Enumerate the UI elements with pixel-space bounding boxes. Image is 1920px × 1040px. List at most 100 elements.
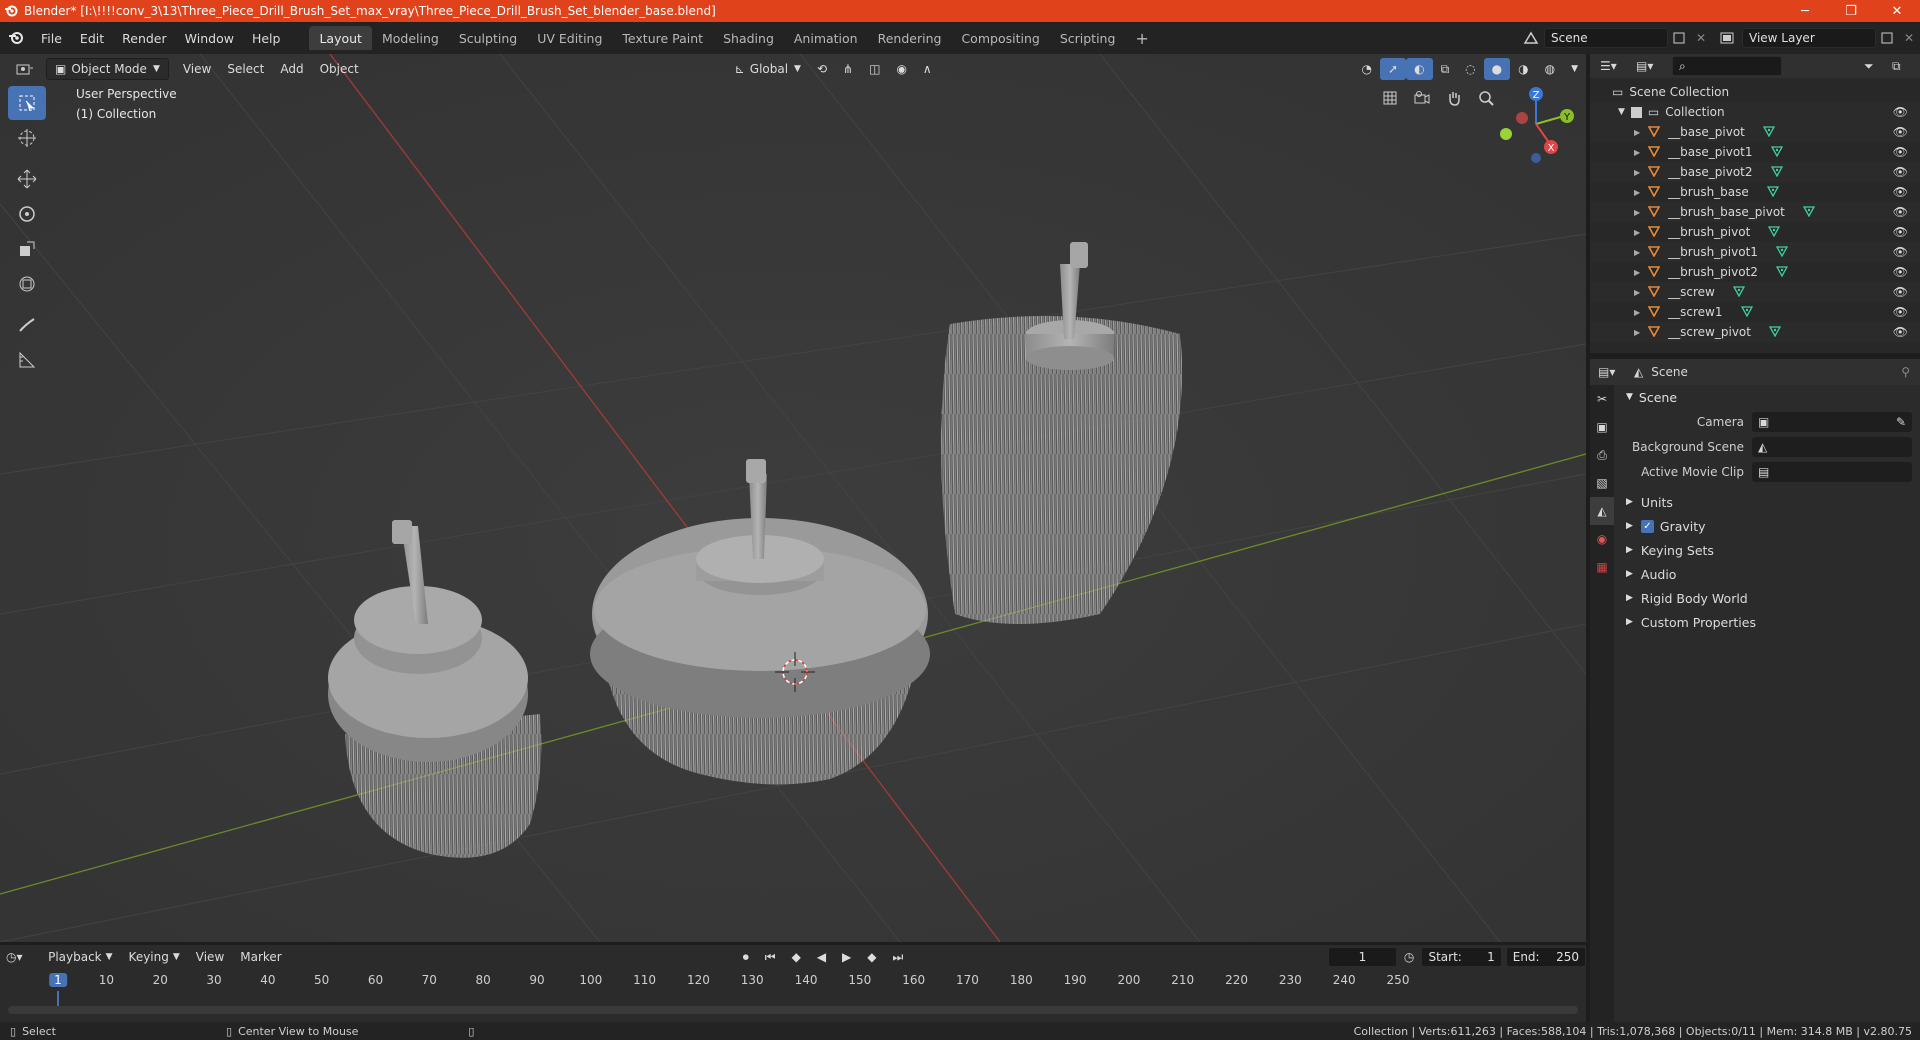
prev-keyframe-icon[interactable]: ◆ — [784, 946, 809, 968]
expand-arrow-icon[interactable]: ▶ — [1634, 228, 1640, 237]
expand-arrow-icon[interactable]: ▶ — [1634, 268, 1640, 277]
mesh-data-icon[interactable] — [1768, 325, 1782, 340]
eye-icon[interactable]: 👁 — [1893, 205, 1908, 219]
3d-viewport[interactable]: Z Y X ▣ Object Mode ▼ View Select Add Ob… — [0, 54, 1586, 942]
outliner-search-input[interactable]: ⌕ — [1672, 56, 1782, 76]
current-frame-field[interactable]: 1 — [1327, 947, 1397, 967]
restore-button[interactable]: ❐ — [1828, 0, 1874, 22]
tab-sculpting[interactable]: Sculpting — [449, 26, 527, 50]
menu-render[interactable]: Render — [113, 22, 176, 54]
viewport-menu-select[interactable]: Select — [219, 58, 272, 80]
expand-arrow-icon[interactable]: ▶ — [1634, 248, 1640, 257]
cursor-tool-icon[interactable] — [8, 121, 46, 155]
zoom-icon[interactable] — [1474, 86, 1498, 110]
shading-wireframe-icon[interactable]: ◌ — [1457, 58, 1483, 80]
mesh-data-icon[interactable] — [1775, 245, 1789, 260]
eye-icon[interactable]: 👁 — [1893, 225, 1908, 239]
new-scene-icon[interactable] — [1668, 32, 1690, 44]
output-tab-icon[interactable]: ⎙ — [1590, 441, 1614, 469]
shading-rendered-icon[interactable]: ◍ — [1537, 58, 1563, 80]
texture-tab-icon[interactable]: ▦ — [1590, 553, 1614, 581]
expand-arrow-icon[interactable]: ▶ — [1634, 148, 1640, 157]
background-scene-field[interactable]: ◭ — [1752, 436, 1912, 457]
outliner-scene-collection[interactable]: ▭ Scene Collection — [1590, 82, 1920, 102]
outliner-object-row[interactable]: ▶ __brush_base_pivot 👁 — [1590, 202, 1920, 222]
proportional-falloff-icon[interactable]: ∧ — [915, 58, 940, 80]
scene-tab-icon[interactable]: ◭ — [1590, 497, 1614, 525]
expand-arrow-icon[interactable]: ▶ — [1634, 188, 1640, 197]
snap-icon[interactable]: ⋔ — [835, 58, 861, 80]
outliner-editor-icon[interactable]: ☰▾ — [1600, 59, 1636, 73]
record-icon[interactable]: ⏺ — [735, 946, 757, 968]
expand-arrow-icon[interactable]: ▶ — [1634, 208, 1640, 217]
jump-end-icon[interactable]: ⏭ — [885, 946, 912, 968]
timeline-editor-icon[interactable]: ◷▾ — [6, 950, 40, 964]
pan-hand-icon[interactable] — [1442, 86, 1466, 110]
eye-icon[interactable]: 👁 — [1893, 145, 1908, 159]
eye-icon[interactable]: 👁 — [1893, 185, 1908, 199]
rigid-body-world-panel-header[interactable]: ▶ Rigid Body World — [1618, 586, 1916, 610]
transform-tool-icon[interactable] — [8, 267, 46, 301]
overlays-icon[interactable]: ◐ — [1406, 58, 1433, 80]
tool-tab-icon[interactable]: ✂ — [1590, 385, 1614, 413]
timeline-menu-marker[interactable]: Marker — [232, 946, 289, 968]
eye-icon[interactable]: 👁 — [1893, 165, 1908, 179]
eyedropper-icon[interactable]: ✎ — [1896, 415, 1906, 429]
camera-view-icon[interactable] — [1410, 86, 1434, 110]
minimize-button[interactable]: ─ — [1782, 0, 1828, 22]
eye-icon[interactable]: 👁 — [1893, 265, 1908, 279]
tab-animation[interactable]: Animation — [784, 26, 868, 50]
collapse-arrow-icon[interactable]: ▼ — [1618, 107, 1625, 117]
tab-layout[interactable]: Layout — [309, 26, 372, 50]
expand-arrow-icon[interactable]: ▶ — [1634, 328, 1640, 337]
select-box-tool-icon[interactable] — [8, 86, 46, 120]
toggle-ortho-icon[interactable] — [1378, 86, 1402, 110]
eye-icon[interactable]: 👁 — [1893, 125, 1908, 139]
view-layer-tab-icon[interactable]: ▧ — [1590, 469, 1614, 497]
next-keyframe-icon[interactable]: ◆ — [859, 946, 884, 968]
start-frame-field[interactable]: Start: 1 — [1421, 947, 1502, 967]
active-movie-clip-field[interactable]: ▤ — [1752, 461, 1912, 482]
expand-arrow-icon[interactable]: ▶ — [1634, 168, 1640, 177]
mesh-data-icon[interactable] — [1770, 145, 1783, 160]
object-mode-dropdown[interactable]: ▣ Object Mode ▼ — [46, 58, 169, 80]
gravity-panel-header[interactable]: ▶ ✓ Gravity — [1618, 514, 1916, 538]
viewport-menu-object[interactable]: Object — [312, 58, 367, 80]
expand-arrow-icon[interactable]: ▶ — [1634, 308, 1640, 317]
audio-panel-header[interactable]: ▶ Audio — [1618, 562, 1916, 586]
timeline-ruler[interactable]: 1 10 20 30 40 50 60 70 80 90 100 110 120 130 140 150 160… — [8, 971, 1578, 1007]
menu-file[interactable]: File — [32, 22, 71, 54]
end-frame-field[interactable]: End: 250 — [1505, 947, 1587, 967]
annotate-tool-icon[interactable] — [8, 308, 46, 342]
viewport-menu-add[interactable]: Add — [272, 58, 311, 80]
eye-icon[interactable]: 👁 — [1893, 285, 1908, 299]
menu-window[interactable]: Window — [176, 22, 243, 54]
gizmo-toggle-icon[interactable]: ➚ — [1380, 58, 1407, 80]
outliner-object-row[interactable]: ▶ __screw1 👁 — [1590, 302, 1920, 322]
mesh-data-icon[interactable] — [1740, 305, 1753, 320]
eye-icon[interactable]: 👁 — [1893, 325, 1908, 339]
keying-sets-panel-header[interactable]: ▶ Keying Sets — [1618, 538, 1916, 562]
rotate-tool-icon[interactable] — [8, 197, 46, 231]
visibility-icon[interactable]: ◔ — [1354, 58, 1380, 80]
proportional-editing-icon[interactable]: ◉ — [888, 58, 914, 80]
move-tool-icon[interactable] — [8, 162, 46, 196]
pin-icon[interactable]: ⚲ — [1901, 365, 1910, 379]
tab-scripting[interactable]: Scripting — [1050, 26, 1126, 50]
view-layer-field[interactable]: View Layer — [1742, 28, 1876, 48]
scene-field[interactable]: Scene — [1544, 28, 1668, 48]
mesh-data-icon[interactable] — [1768, 225, 1781, 240]
outliner-object-row[interactable]: ▶ __base_pivot 👁 — [1590, 122, 1920, 142]
eye-icon[interactable]: 👁 — [1893, 105, 1908, 119]
menu-help[interactable]: Help — [243, 22, 290, 54]
jump-start-icon[interactable]: ⏮ — [757, 946, 784, 968]
outliner-collection[interactable]: ▼ ▭ Collection 👁 — [1590, 102, 1920, 122]
xray-icon[interactable]: ⧉ — [1433, 58, 1458, 80]
play-icon[interactable]: ▶ — [834, 946, 859, 968]
new-view-layer-icon[interactable] — [1876, 32, 1898, 44]
filter-icon[interactable]: ⏷ — [1864, 59, 1892, 74]
shading-options-icon[interactable]: ▼ — [1563, 58, 1586, 80]
timeline-menu-view[interactable]: View — [188, 946, 232, 968]
outliner-display-mode-icon[interactable]: ▤▾ — [1636, 59, 1672, 73]
add-workspace-button[interactable]: + — [1125, 26, 1158, 50]
